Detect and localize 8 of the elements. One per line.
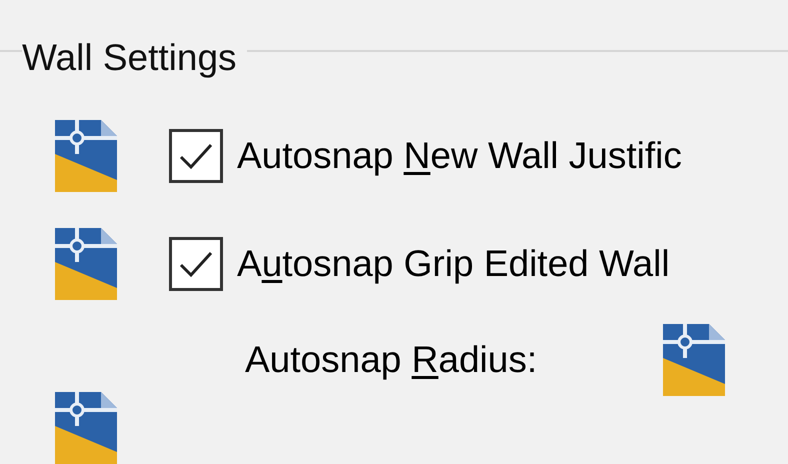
checkbox[interactable] xyxy=(169,128,223,182)
option-label: Autosnap New Wall Justific xyxy=(237,134,682,178)
checkbox[interactable] xyxy=(169,236,223,290)
wall-icon xyxy=(55,120,117,192)
radius-label: Autosnap Radius: xyxy=(245,338,538,382)
wall-icon xyxy=(663,324,726,396)
wall-icon xyxy=(55,228,117,300)
option-label: Autosnap Grip Edited Wall xyxy=(237,242,670,286)
